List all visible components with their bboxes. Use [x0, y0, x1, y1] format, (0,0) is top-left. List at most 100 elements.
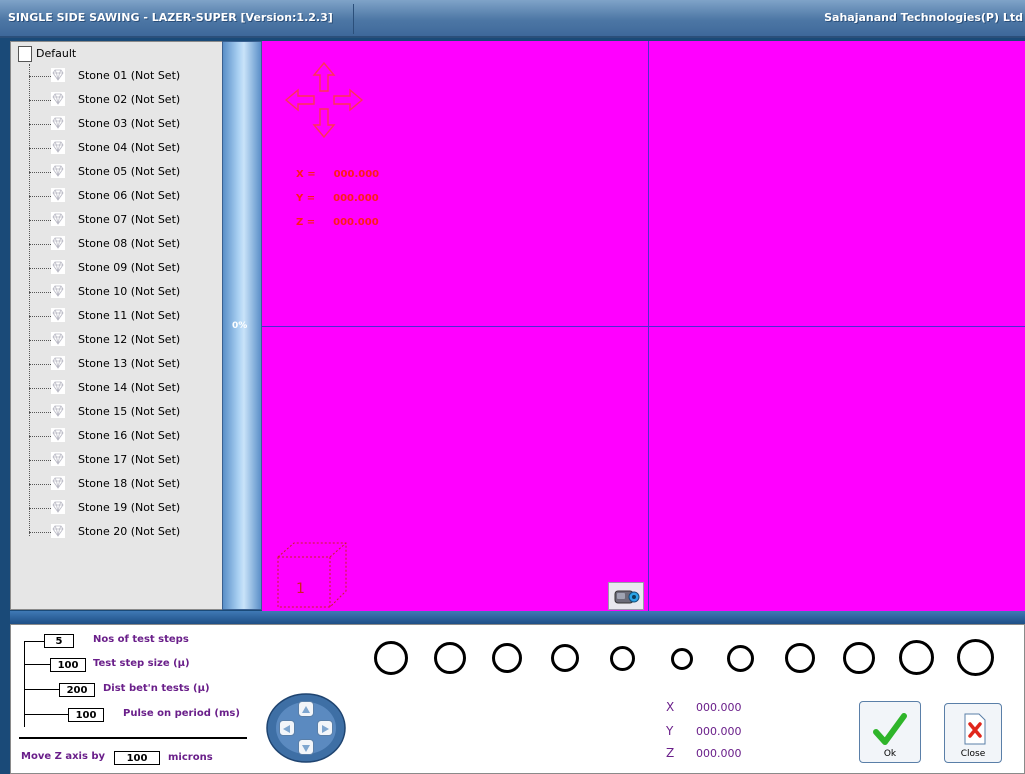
tree-connector	[29, 148, 51, 149]
tree-connector	[29, 484, 51, 485]
pos-x-value: 000.000	[696, 701, 742, 714]
test-circle	[671, 648, 693, 670]
test-circle	[957, 639, 994, 676]
diamond-icon	[51, 236, 65, 250]
diamond-icon	[51, 500, 65, 514]
diamond-icon	[51, 164, 65, 178]
jog-pad	[266, 693, 346, 763]
company-name: Sahajanand Technologies(P) Ltd	[824, 11, 1023, 24]
dist-tests-input[interactable]: 200	[59, 683, 95, 697]
pos-z-label: Z	[666, 746, 675, 760]
move-z-prefix: Move Z axis by	[21, 751, 106, 762]
close-label: Close	[960, 749, 986, 759]
control-panel: 5 Nos of test steps 100 Test step size (…	[10, 624, 1025, 774]
checkmark-icon	[873, 713, 907, 745]
tree-connector-line	[29, 64, 30, 536]
diamond-icon	[51, 356, 65, 370]
diamond-icon	[51, 212, 65, 226]
test-circle	[727, 645, 754, 672]
close-icon	[964, 713, 986, 745]
stone-label: Stone 07 (Not Set)	[78, 213, 181, 226]
jog-up-button[interactable]	[298, 701, 314, 717]
stone-label: Stone 17 (Not Set)	[78, 453, 181, 466]
tree-connector	[29, 436, 51, 437]
cube-icon[interactable]: 1	[274, 539, 350, 611]
pos-z-value: 000.000	[696, 747, 742, 760]
camera-z-label: Z =	[296, 217, 316, 228]
jog-left-button[interactable]	[279, 720, 295, 736]
tree-connector	[29, 508, 51, 509]
diamond-icon	[51, 524, 65, 538]
jog-down-button[interactable]	[298, 739, 314, 755]
test-circle	[434, 642, 466, 674]
tree-connector	[29, 124, 51, 125]
tree-connector	[29, 292, 51, 293]
tree-connector	[29, 172, 51, 173]
crosshair-horizontal	[262, 326, 1025, 327]
bracket-line	[24, 664, 50, 665]
test-circle	[374, 641, 408, 675]
tree-root-label: Default	[36, 47, 77, 60]
arrow-right-icon	[322, 725, 329, 733]
stone-label: Stone 15 (Not Set)	[78, 405, 181, 418]
stone-label: Stone 08 (Not Set)	[78, 237, 181, 250]
test-circle	[551, 644, 579, 672]
diamond-icon	[51, 428, 65, 442]
tree-root-item[interactable]: Default	[18, 46, 76, 62]
diamond-icon	[51, 380, 65, 394]
diamond-icon	[51, 92, 65, 106]
title-divider	[353, 4, 354, 34]
diamond-icon	[51, 404, 65, 418]
stone-label: Stone 04 (Not Set)	[78, 141, 181, 154]
camera-view[interactable]: X = 000.000 Y = 000.000 Z = 000.000 1	[262, 41, 1025, 611]
stone-label: Stone 02 (Not Set)	[78, 93, 181, 106]
tree-connector	[29, 100, 51, 101]
pos-y-label: Y	[666, 724, 674, 738]
diamond-icon	[51, 308, 65, 322]
bracket-line	[24, 689, 59, 690]
test-circle	[610, 646, 635, 671]
tree-connector	[29, 364, 51, 365]
pulse-on-input[interactable]: 100	[68, 708, 104, 722]
camera-x-readout: X = 000.000	[296, 169, 379, 180]
title-bar: SINGLE SIDE SAWING - LAZER-SUPER [Versio…	[0, 0, 1025, 38]
step-size-input[interactable]: 100	[50, 658, 86, 672]
move-arrows-icon[interactable]	[284, 61, 364, 139]
ok-button[interactable]: Ok	[859, 701, 921, 763]
tree-connector	[29, 388, 51, 389]
test-circle	[785, 643, 815, 673]
diamond-icon	[51, 116, 65, 130]
stone-label: Stone 18 (Not Set)	[78, 477, 181, 490]
pos-y-value: 000.000	[696, 725, 742, 738]
tree-connector	[29, 316, 51, 317]
tree-connector	[29, 220, 51, 221]
move-z-suffix: microns	[168, 752, 213, 763]
close-button[interactable]: Close	[944, 703, 1002, 763]
diamond-icon	[51, 140, 65, 154]
bracket-line	[24, 641, 44, 642]
diamond-icon	[51, 188, 65, 202]
camera-button[interactable]	[608, 582, 644, 610]
tree-connector	[29, 532, 51, 533]
step-size-label: Test step size (µ)	[93, 658, 190, 669]
tree-connector	[29, 244, 51, 245]
camera-icon	[614, 590, 640, 604]
stone-label: Stone 05 (Not Set)	[78, 165, 181, 178]
camera-z-readout: Z = 000.000	[296, 217, 379, 228]
stone-label: Stone 12 (Not Set)	[78, 333, 181, 346]
camera-y-readout: Y = 000.000	[296, 193, 379, 204]
diamond-icon	[51, 452, 65, 466]
move-z-input[interactable]: 100	[114, 751, 160, 765]
camera-y-value: 000.000	[333, 193, 379, 204]
stone-label: Stone 19 (Not Set)	[78, 501, 181, 514]
panel-divider	[10, 611, 1025, 624]
cube-number: 1	[296, 581, 305, 597]
test-steps-input[interactable]: 5	[44, 634, 74, 648]
pos-x-label: X	[666, 700, 675, 714]
stone-label: Stone 11 (Not Set)	[78, 309, 181, 322]
progress-text: 0%	[232, 321, 248, 331]
jog-right-button[interactable]	[317, 720, 333, 736]
window-title: SINGLE SIDE SAWING - LAZER-SUPER [Versio…	[8, 11, 333, 24]
tree-connector	[29, 196, 51, 197]
pulse-on-label: Pulse on period (ms)	[123, 708, 240, 719]
